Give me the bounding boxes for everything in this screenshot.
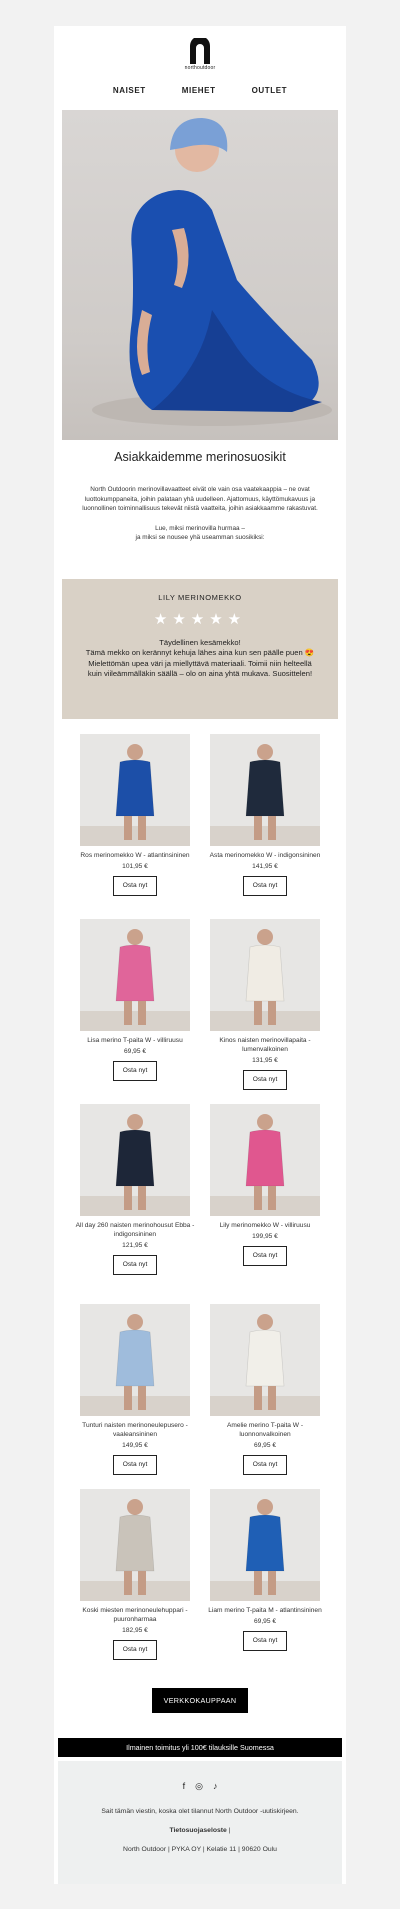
footer-privacy: Tietosuojaseloste |: [58, 1827, 342, 1834]
product-card[interactable]: Asta merinomekko W - indigonsininen 141,9…: [205, 734, 325, 896]
review-text: Tämä mekko on kerännyt kehuja lähes aina…: [85, 648, 315, 679]
buy-now-button[interactable]: Osta nyt: [243, 1631, 287, 1651]
product-name[interactable]: Koski miesten merinoneulehuppari - puuro…: [75, 1606, 195, 1624]
buy-now-button[interactable]: Osta nyt: [243, 1070, 287, 1090]
product-image[interactable]: [210, 734, 320, 846]
tiktok-icon[interactable]: ♪: [213, 1781, 218, 1792]
product-name[interactable]: Lily merinomekko W - villiruusu: [205, 1221, 325, 1230]
product-price: 121,95 €: [122, 1242, 148, 1249]
nav-miehet[interactable]: MIEHET: [182, 86, 216, 95]
review-title: LILY MERINOMEKKO: [158, 593, 242, 602]
buy-now-button[interactable]: Osta nyt: [113, 876, 157, 896]
product-name[interactable]: Tunturi naisten merinoneulepusero - vaal…: [75, 1421, 195, 1439]
product-name[interactable]: Kinos naisten merinovillapaita - lumenva…: [205, 1036, 325, 1054]
product-image[interactable]: [80, 1304, 190, 1416]
product-image[interactable]: [210, 1104, 320, 1216]
product-price: 182,95 €: [122, 1627, 148, 1634]
buy-now-button[interactable]: Osta nyt: [113, 1640, 157, 1660]
product-card[interactable]: Koski miesten merinoneulehuppari - puuro…: [75, 1489, 195, 1660]
review-headline: Täydellinen kesämekko!: [159, 638, 241, 647]
shop-button[interactable]: VERKKOKAUPPAAN: [152, 1688, 248, 1713]
intro-paragraph-2b: ja miksi se nousee yhä useamman suosikik…: [135, 534, 265, 542]
product-name[interactable]: Amelie merino T-paita W - luonnonvalkoin…: [205, 1421, 325, 1439]
product-image[interactable]: [80, 919, 190, 1031]
footer-address: North Outdoor | PYKA OY | Kelatie 11 | 9…: [123, 1846, 277, 1853]
footer: f ◎ ♪ Sait tämän viestin, koska olet til…: [58, 1761, 342, 1884]
privacy-separator: |: [226, 1827, 231, 1834]
product-price: 69,95 €: [254, 1618, 276, 1625]
buy-now-button[interactable]: Osta nyt: [113, 1061, 157, 1081]
product-price: 199,95 €: [252, 1233, 278, 1240]
brand-logo[interactable]: northoutdoor: [181, 38, 219, 76]
buy-now-button[interactable]: Osta nyt: [113, 1455, 157, 1475]
product-card[interactable]: Liam merino T-paita M - atlantinsininen 6…: [205, 1489, 325, 1651]
product-card[interactable]: Tunturi naisten merinoneulepusero - vaal…: [75, 1304, 195, 1475]
shipping-banner: Ilmainen toimitus yli 100€ tilauksille S…: [58, 1738, 342, 1757]
buy-now-button[interactable]: Osta nyt: [243, 876, 287, 896]
product-name[interactable]: Liam merino T-paita M - atlantinsininen: [205, 1606, 325, 1615]
main-nav: NAISET MIEHET OUTLET: [54, 86, 346, 95]
product-name[interactable]: All day 260 naisten merinohousut Ebba - …: [75, 1221, 195, 1239]
product-price: 69,95 €: [254, 1442, 276, 1449]
product-price: 101,95 €: [122, 863, 148, 870]
buy-now-button[interactable]: Osta nyt: [113, 1255, 157, 1275]
logo-text: northoutdoor: [184, 65, 216, 71]
page-title: Asiakkaidemme merinosuosikit: [114, 450, 286, 464]
product-price: 131,95 €: [252, 1057, 278, 1064]
product-price: 141,95 €: [252, 863, 278, 870]
instagram-icon[interactable]: ◎: [195, 1781, 203, 1792]
product-card[interactable]: Amelie merino T-paita W - luonnonvalkoin…: [205, 1304, 325, 1475]
buy-now-button[interactable]: Osta nyt: [243, 1455, 287, 1475]
product-card[interactable]: Lisa merino T-paita W - villiruusu 69,95 …: [75, 919, 195, 1081]
product-image[interactable]: [210, 919, 320, 1031]
nav-outlet[interactable]: OUTLET: [252, 86, 288, 95]
social-links: f ◎ ♪: [58, 1781, 342, 1792]
product-image[interactable]: [210, 1304, 320, 1416]
footer-note: Sait tämän viestin, koska olet tilannut …: [101, 1808, 299, 1815]
product-price: 69,95 €: [124, 1048, 146, 1055]
hero-image[interactable]: [62, 110, 338, 440]
review-body: Täydellinen kesämekko! Tämä mekko on ker…: [82, 638, 318, 680]
logo-mark-icon: [190, 38, 210, 64]
product-price: 149,95 €: [122, 1442, 148, 1449]
product-card[interactable]: All day 260 naisten merinohousut Ebba - …: [75, 1104, 195, 1275]
buy-now-button[interactable]: Osta nyt: [243, 1246, 287, 1266]
product-card[interactable]: Lily merinomekko W - villiruusu 199,95 € O…: [205, 1104, 325, 1266]
product-name[interactable]: Asta merinomekko W - indigonsininen: [205, 851, 325, 860]
intro-paragraph-2a: Lue, miksi merinovilla hurmaa –: [155, 524, 245, 532]
product-card[interactable]: Ros merinomekko W - atlantinsininen 101,9…: [75, 734, 195, 896]
product-image[interactable]: [210, 1489, 320, 1601]
intro-text: North Outdoorin merinovillavaatteet eivä…: [70, 485, 330, 543]
hero-model-illustration: [92, 118, 332, 426]
product-image[interactable]: [80, 734, 190, 846]
product-name[interactable]: Ros merinomekko W - atlantinsininen: [75, 851, 195, 860]
intro-paragraph-1: North Outdoorin merinovillavaatteet eivä…: [82, 486, 318, 513]
email-card: northoutdoor NAISET MIEHET OUTLET Asiakk…: [54, 26, 346, 1884]
product-image[interactable]: [80, 1104, 190, 1216]
product-card[interactable]: Kinos naisten merinovillapaita - lumenva…: [205, 919, 325, 1090]
privacy-link[interactable]: Tietosuojaseloste: [170, 1827, 227, 1834]
nav-naiset[interactable]: NAISET: [113, 86, 146, 95]
product-name[interactable]: Lisa merino T-paita W - villiruusu: [75, 1036, 195, 1045]
review-box: LILY MERINOMEKKO ★★★★★ Täydellinen kesäm…: [62, 579, 338, 719]
product-image[interactable]: [80, 1489, 190, 1601]
review-stars: ★★★★★: [153, 611, 247, 628]
facebook-icon[interactable]: f: [183, 1781, 186, 1792]
